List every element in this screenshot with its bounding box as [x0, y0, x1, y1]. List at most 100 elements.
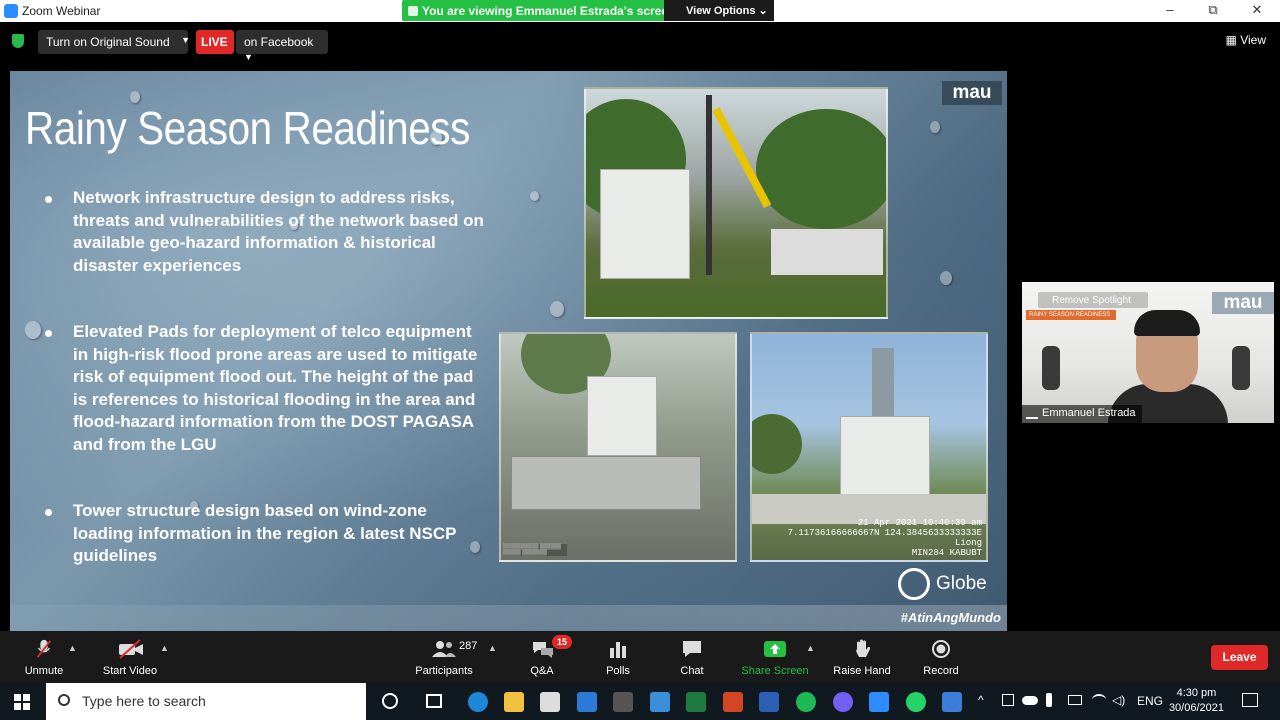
- zoom-logo-icon: [4, 4, 18, 18]
- raise-hand-icon: [856, 639, 870, 657]
- usb-icon[interactable]: [1046, 693, 1052, 707]
- spotify-icon[interactable]: [796, 692, 816, 712]
- caret-down-icon[interactable]: ▼: [181, 35, 190, 45]
- audio-options-caret[interactable]: ▲: [68, 643, 77, 653]
- view-grid-icon: ▦: [1225, 33, 1237, 47]
- live-destination-button[interactable]: on Facebook ▼: [236, 30, 328, 62]
- windows-taskbar: Type here to search ^ ◁) ENG 4:30 pm 30/…: [0, 683, 1280, 720]
- view-options-button[interactable]: View Options ⌄: [664, 0, 774, 21]
- chair-shape: [1232, 346, 1250, 390]
- chat-icon: [683, 641, 701, 657]
- taskbar-clock[interactable]: 4:30 pm 30/06/2021: [1169, 686, 1224, 716]
- view-label: View: [1240, 33, 1266, 47]
- raise-hand-button[interactable]: Raise Hand: [830, 631, 894, 683]
- task-view-icon[interactable]: [426, 694, 442, 708]
- participant-name: Emmanuel Estrada: [1042, 407, 1136, 419]
- photo-timestamp: 21 Apr 2021 10:40:39 am 7.11736166666667…: [787, 518, 982, 558]
- close-button[interactable]: ✕: [1247, 2, 1267, 20]
- windows-start-icon[interactable]: [14, 694, 30, 710]
- bullet-text: Network infrastructure design to address…: [73, 188, 484, 275]
- leave-button[interactable]: Leave: [1211, 645, 1268, 670]
- battery-icon[interactable]: [1068, 695, 1082, 705]
- slide-bullet: Network infrastructure design to address…: [45, 187, 485, 277]
- tray-overflow-icon[interactable]: ^: [978, 693, 984, 707]
- view-button[interactable]: ▦ View: [1226, 33, 1266, 47]
- meeting-bar: Turn on Original Sound ▼ LIVE on Faceboo…: [0, 22, 1280, 62]
- caret-down-icon: ▼: [244, 52, 253, 62]
- excel-icon[interactable]: [686, 692, 706, 712]
- start-video-button[interactable]: Start Video: [100, 631, 160, 683]
- raindrop: [530, 191, 539, 201]
- person-hair: [1134, 310, 1200, 336]
- bullet-dot: [45, 196, 52, 203]
- zoom-app-icon[interactable]: [869, 692, 889, 712]
- polls-label: Polls: [606, 665, 630, 677]
- participants-caret[interactable]: ▲: [488, 643, 497, 653]
- participants-button[interactable]: 287 Participants: [412, 631, 478, 683]
- slide-footer: #AtinAngMundo: [10, 605, 1007, 631]
- share-screen-label: Share Screen: [741, 665, 809, 677]
- minimize-button[interactable]: –: [1160, 2, 1180, 20]
- record-button[interactable]: Record: [918, 631, 964, 683]
- slide-hashtag: #AtinAngMundo: [900, 610, 1001, 625]
- elevated-pad: [511, 456, 701, 510]
- chevron-down-icon: ⌄: [758, 5, 768, 17]
- record-icon: [932, 640, 950, 658]
- edge-icon[interactable]: [468, 692, 488, 712]
- start-video-label: Start Video: [102, 665, 158, 677]
- qa-count-badge: 15: [552, 635, 572, 649]
- share-screen-icon: [764, 641, 786, 657]
- word-icon[interactable]: [759, 692, 779, 712]
- share-screen-button[interactable]: Share Screen: [738, 631, 812, 683]
- qa-label: Q&A: [530, 665, 554, 677]
- powerpoint-icon[interactable]: [723, 692, 743, 712]
- tray-app-icon[interactable]: [1002, 694, 1014, 706]
- cortana-icon[interactable]: [382, 693, 398, 709]
- onedrive-icon[interactable]: [1022, 696, 1038, 705]
- mail-icon[interactable]: [650, 692, 670, 712]
- globe-brand-text: Globe: [936, 573, 987, 594]
- dropbox-icon[interactable]: [577, 692, 597, 712]
- equipment-cabinet: [840, 416, 930, 496]
- language-indicator[interactable]: ENG: [1137, 694, 1163, 708]
- video-banner: RAINY SEASON READINESS: [1026, 310, 1116, 320]
- share-options-caret[interactable]: ▲: [806, 643, 815, 653]
- original-sound-button[interactable]: Turn on Original Sound ▼: [38, 30, 190, 54]
- file-explorer-icon[interactable]: [504, 692, 524, 712]
- app-window-icon[interactable]: [942, 692, 962, 712]
- search-placeholder: Type here to search: [82, 693, 206, 709]
- clock-time: 4:30 pm: [1176, 687, 1217, 699]
- slide-bullet: Tower structure design based on wind-zon…: [45, 500, 485, 568]
- viewing-banner: You are viewing Emmanuel Estrada's scree…: [402, 0, 774, 21]
- photo-cell-site-crane: [584, 87, 888, 319]
- raindrop: [940, 271, 952, 285]
- clock-date: 30/06/2021: [1168, 702, 1224, 714]
- participant-count: 287: [459, 640, 478, 652]
- equipment-cabinet: [587, 376, 657, 456]
- unmute-button[interactable]: Unmute: [14, 631, 74, 683]
- chat-label: Chat: [680, 665, 704, 677]
- viber-icon[interactable]: [833, 692, 853, 712]
- wifi-icon[interactable]: [1092, 694, 1106, 706]
- participants-icon: [432, 641, 456, 657]
- polls-icon: [610, 642, 626, 658]
- taskbar-search-input[interactable]: Type here to search: [46, 683, 366, 720]
- truck: [771, 229, 883, 275]
- volume-icon[interactable]: ◁): [1112, 693, 1125, 707]
- shared-screen: Rainy Season Readiness Network infrastru…: [10, 71, 1007, 631]
- polls-button[interactable]: Polls: [596, 631, 640, 683]
- photo-stamp-small: ▒▒▒▒▒▒▒▒▒▒ ▒▒▒▒▒▒ ▒▒▒▒▒ ▒▒▒▒▒▒▒: [503, 544, 567, 556]
- maximize-button[interactable]: ⧉: [1203, 2, 1223, 20]
- participant-video[interactable]: Remove Spotlight RAINY SEASON READINESS …: [1022, 282, 1274, 423]
- remove-spotlight-button[interactable]: Remove Spotlight: [1038, 292, 1148, 308]
- raindrop: [550, 301, 564, 317]
- window-titlebar: Zoom Webinar You are viewing Emmanuel Es…: [0, 0, 1280, 22]
- meeting-toolbar: Unmute ▲ Start Video ▲ 287 Participants …: [0, 631, 1280, 683]
- chat-button[interactable]: Chat: [670, 631, 714, 683]
- raise-hand-label: Raise Hand: [833, 665, 891, 677]
- video-options-caret[interactable]: ▲: [160, 643, 169, 653]
- whatsapp-icon[interactable]: [906, 692, 926, 712]
- notifications-icon[interactable]: [1242, 693, 1258, 707]
- store-icon[interactable]: [540, 692, 560, 712]
- app-icon[interactable]: [613, 692, 633, 712]
